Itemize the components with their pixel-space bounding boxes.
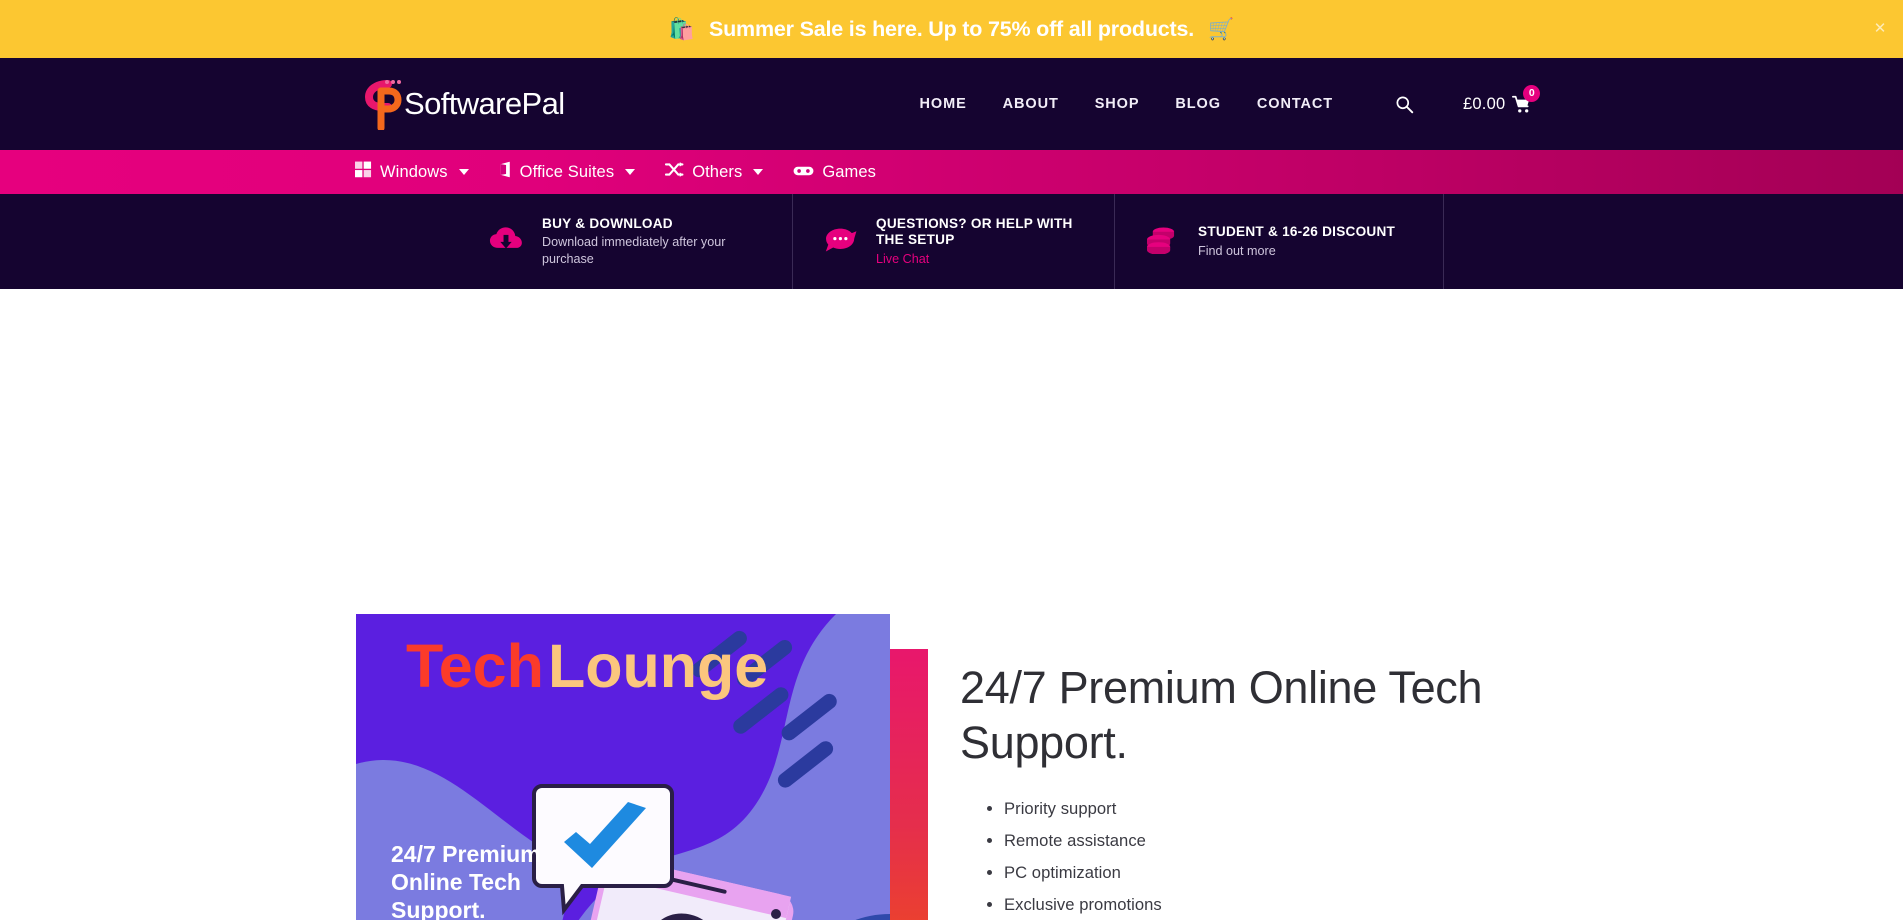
list-item: PC optimization bbox=[1004, 857, 1520, 889]
list-item: Priority support bbox=[1004, 793, 1520, 825]
hero-promo-image[interactable]: Tech Lounge 24/7 Premium Online Tech Sup… bbox=[356, 614, 890, 920]
feature-subtitle: Find out more bbox=[1198, 243, 1276, 258]
nav-item-blog[interactable]: BLOG bbox=[1175, 96, 1221, 112]
softwarepal-monogram-icon bbox=[360, 78, 402, 132]
promo-banner-content[interactable]: 🛍️ Summer Sale is here. Up to 75% off al… bbox=[669, 17, 1234, 42]
chevron-down-icon bbox=[753, 169, 764, 175]
feature-student-discount[interactable]: STUDENT & 16-26 DISCOUNT Find out more bbox=[1114, 194, 1444, 289]
hero-heading: 24/7 Premium Online Tech Support. bbox=[960, 662, 1483, 768]
list-item: Exclusive promotions bbox=[1004, 889, 1520, 920]
nav-item-contact[interactable]: CONTACT bbox=[1257, 96, 1333, 112]
gamepad-icon bbox=[793, 163, 814, 182]
category-navigation: Windows Office Suites Others Games bbox=[0, 150, 1903, 194]
chevron-down-icon bbox=[625, 169, 636, 175]
feature-text-block: QUESTIONS? OR HELP WITH THE SETUP Live C… bbox=[876, 216, 1084, 268]
hero-content: 24/7 Premium Online Tech Support. Priori… bbox=[960, 661, 1520, 920]
cart-count-badge: 0 bbox=[1523, 84, 1541, 102]
feature-subtitle: Download immediately after your purchase bbox=[542, 235, 726, 266]
feature-highlights-strip: BUY & DOWNLOAD Download immediately afte… bbox=[0, 194, 1903, 289]
hero-art-title-part1: Tech bbox=[406, 632, 544, 700]
list-item: Remote assistance bbox=[1004, 825, 1520, 857]
site-header: SoftwarePal HOME ABOUT SHOP BLOG CONTACT… bbox=[0, 58, 1903, 150]
category-item-windows[interactable]: Windows bbox=[355, 161, 469, 183]
category-label: Windows bbox=[380, 162, 448, 181]
feature-title: QUESTIONS? OR HELP WITH THE SETUP bbox=[876, 215, 1073, 248]
feature-title: BUY & DOWNLOAD bbox=[542, 215, 673, 231]
live-chat-link[interactable]: Live Chat bbox=[876, 251, 1076, 267]
svg-text:24/7 Premium: 24/7 Premium bbox=[391, 841, 541, 867]
svg-text:Support.: Support. bbox=[391, 897, 486, 920]
category-item-games[interactable]: Games bbox=[793, 163, 876, 182]
category-label: Others bbox=[692, 162, 743, 181]
category-label: Games bbox=[822, 162, 876, 181]
search-icon[interactable] bbox=[1393, 93, 1415, 115]
feature-questions-help[interactable]: QUESTIONS? OR HELP WITH THE SETUP Live C… bbox=[792, 194, 1114, 289]
category-label: Office Suites bbox=[519, 162, 615, 181]
feature-buy-download[interactable]: BUY & DOWNLOAD Download immediately afte… bbox=[459, 194, 792, 289]
hero-feature-list: Priority support Remote assistance PC op… bbox=[1004, 793, 1520, 920]
category-item-others[interactable]: Others bbox=[665, 161, 764, 183]
nav-item-home[interactable]: HOME bbox=[920, 96, 967, 112]
nav-item-shop[interactable]: SHOP bbox=[1095, 96, 1140, 112]
hero-art-title-part2: Lounge bbox=[548, 632, 768, 700]
feature-text-block: BUY & DOWNLOAD Download immediately afte… bbox=[542, 216, 742, 267]
svg-text:Online Tech: Online Tech bbox=[391, 869, 521, 895]
site-logo-text: SoftwarePal bbox=[404, 86, 565, 121]
cloud-download-icon bbox=[489, 225, 523, 259]
cart-total-amount: £0.00 bbox=[1463, 94, 1506, 113]
shopping-cart-emoji-icon: 🛒 bbox=[1208, 17, 1235, 41]
coins-stack-icon bbox=[1145, 225, 1179, 259]
nav-item-about[interactable]: ABOUT bbox=[1003, 96, 1059, 112]
cart-button[interactable]: £0.00 0 bbox=[1463, 84, 1541, 114]
promo-banner: 🛍️ Summer Sale is here. Up to 75% off al… bbox=[0, 0, 1903, 58]
hero-section: Tech Lounge 24/7 Premium Online Tech Sup… bbox=[0, 289, 1903, 920]
category-list: Windows Office Suites Others Games bbox=[355, 161, 876, 183]
primary-navigation: HOME ABOUT SHOP BLOG CONTACT bbox=[920, 93, 1415, 115]
shopping-bag-icon: 🛍️ bbox=[668, 17, 695, 41]
feature-text-block: STUDENT & 16-26 DISCOUNT Find out more bbox=[1198, 224, 1395, 259]
site-logo[interactable]: SoftwarePal bbox=[360, 78, 565, 132]
microsoft-office-icon bbox=[499, 161, 512, 183]
chat-bubble-icon bbox=[823, 225, 857, 259]
shuffle-icon bbox=[665, 161, 684, 183]
chevron-down-icon bbox=[458, 169, 469, 175]
close-icon[interactable]: ✕ bbox=[1871, 20, 1889, 38]
feature-title: STUDENT & 16-26 DISCOUNT bbox=[1198, 224, 1396, 240]
windows-logo-icon bbox=[355, 161, 372, 183]
category-item-office-suites[interactable]: Office Suites bbox=[499, 161, 636, 183]
promo-banner-text: Summer Sale is here. Up to 75% off all p… bbox=[708, 16, 1195, 41]
